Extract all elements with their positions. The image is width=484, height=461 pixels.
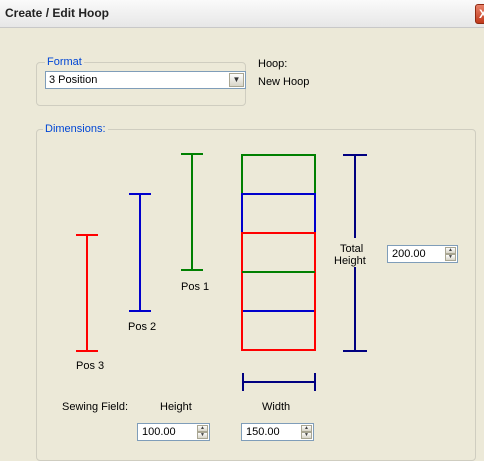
spin-up-icon[interactable]: ▲: [301, 425, 312, 432]
spin-down-icon[interactable]: ▼: [197, 432, 208, 439]
width-spinner[interactable]: 150.00 ▲ ▼: [241, 423, 314, 441]
pos-2-marker: [129, 193, 151, 312]
height-spinner[interactable]: 100.00 ▲ ▼: [137, 423, 210, 441]
pos-2-label: Pos 2: [128, 321, 157, 333]
total-height-spinner[interactable]: 200.00 ▲ ▼: [387, 245, 458, 263]
spin-up-icon[interactable]: ▲: [445, 247, 456, 254]
width-label: Width: [262, 401, 291, 413]
width-dimension: [242, 373, 316, 391]
total-height-label-line-2: Height: [334, 255, 366, 267]
pos-1-label: Pos 1: [181, 281, 210, 293]
pos-3-label: Pos 3: [76, 360, 105, 372]
pos-3-marker: [76, 234, 98, 352]
hoop-diagram: [76, 153, 367, 391]
sewing-field-label: Sewing Field:: [62, 401, 129, 413]
spin-down-icon[interactable]: ▼: [445, 254, 456, 261]
spin-up-icon[interactable]: ▲: [197, 425, 208, 432]
hoop-rectangles: [241, 154, 316, 351]
total-height-input[interactable]: 200.00: [392, 248, 426, 260]
pos-1-marker: [181, 153, 203, 271]
height-label: Height: [160, 401, 192, 413]
total-height-label-line-1: Total: [340, 243, 364, 255]
spin-down-icon[interactable]: ▼: [301, 432, 312, 439]
height-input[interactable]: 100.00: [142, 426, 176, 438]
width-input[interactable]: 150.00: [246, 426, 280, 438]
